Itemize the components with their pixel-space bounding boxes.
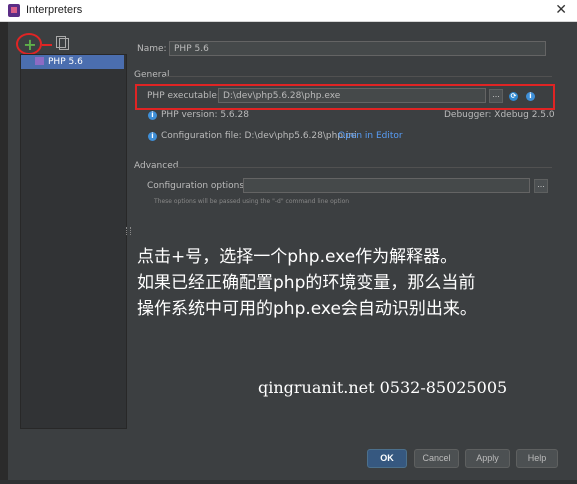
config-file-text: Configuration file: D:\dev\php5.6.28\php… [161,131,357,141]
annotation-line: 操作系统中可用的php.exe会自动识别出来。 [137,299,477,319]
phpstorm-app-icon [8,4,20,17]
reload-icon[interactable]: ⟳ [509,92,518,101]
window-title: Interpreters [26,4,83,16]
copy-icon[interactable] [56,36,69,50]
php-version-text: PHP version: 5.6.28 [161,110,249,120]
general-section-title: General [134,70,170,80]
ok-button[interactable]: OK [367,449,407,468]
advanced-section-title: Advanced [134,161,179,171]
splitter-handle[interactable] [126,227,131,235]
name-label: Name: [137,44,167,54]
browse-button[interactable]: ... [489,89,503,103]
watermark: qingruanit.net 0532-85025005 [258,378,508,397]
config-options-field[interactable] [243,178,530,193]
annotation-line: 如果已经正确配置php的环境变量，那么当前 [137,273,476,293]
highlight-connector [42,44,52,46]
expand-button[interactable]: ... [534,179,548,193]
interpreter-list[interactable] [20,54,127,429]
help-button[interactable]: Help [516,449,558,468]
list-item-label: PHP 5.6 [48,57,83,67]
cancel-button[interactable]: Cancel [414,449,459,468]
info-icon: i [148,111,157,120]
section-divider [165,76,552,77]
apply-button[interactable]: Apply [465,449,510,468]
php-executable-field[interactable]: D:\dev\php5.6.28\php.exe [218,88,486,103]
config-options-label: Configuration options: [147,181,248,191]
window-bottom-edge [0,480,577,484]
close-button[interactable]: ✕ [555,2,567,18]
php-executable-label: PHP executable: [147,91,220,101]
list-item[interactable]: PHP 5.6 [21,55,124,69]
info-icon: i [148,132,157,141]
name-field[interactable]: PHP 5.6 [169,41,546,56]
info-icon[interactable]: i [526,92,535,101]
open-in-editor-link[interactable]: Open in Editor [338,131,403,141]
config-options-hint: These options will be passed using the "… [154,198,350,205]
section-divider [175,167,552,168]
annotation-line: 点击+号，选择一个php.exe作为解释器。 [137,247,458,267]
background-window-edge [0,22,8,484]
php-icon [35,57,44,65]
title-bar: Interpreters ✕ [0,0,577,22]
add-icon[interactable]: + [23,37,37,53]
debugger-text: Debugger: Xdebug 2.5.0 [444,110,555,120]
